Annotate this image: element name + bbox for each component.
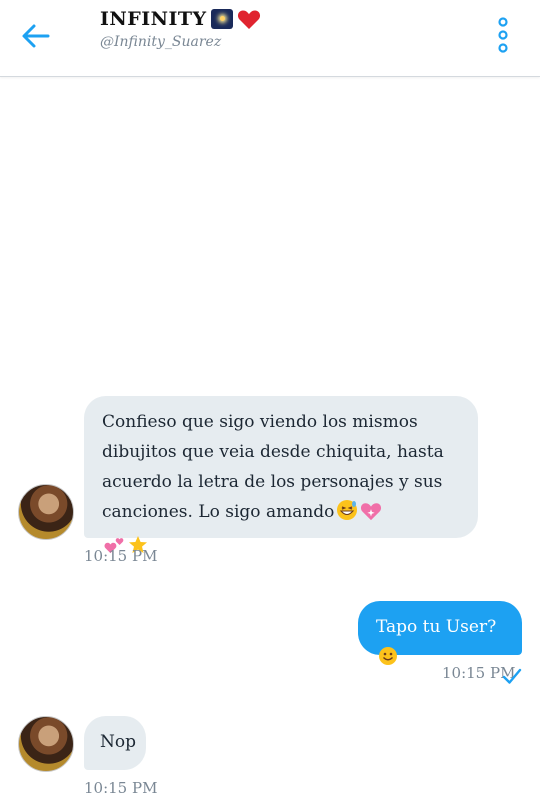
red-heart-emoji-icon bbox=[237, 10, 260, 29]
sender-avatar[interactable] bbox=[18, 716, 74, 772]
message-text: Nop bbox=[100, 732, 136, 752]
more-options-button[interactable] bbox=[496, 16, 510, 56]
more-vertical-icon bbox=[498, 17, 508, 53]
back-arrow-icon bbox=[22, 24, 50, 48]
message-timestamp: 10:15 PM bbox=[84, 547, 158, 565]
grinning-sweat-emoji-icon bbox=[336, 499, 358, 531]
conversation-title: INFINITY bbox=[100, 8, 207, 30]
conversation-title-block[interactable]: INFINITY @Infinity_Suarez bbox=[100, 8, 261, 50]
back-button[interactable] bbox=[18, 18, 54, 54]
smiling-face-emoji-icon bbox=[378, 646, 398, 676]
message-text: Tapo tu User? bbox=[376, 617, 497, 637]
message-timestamp: 10:15 PM bbox=[84, 779, 158, 797]
fireworks-emoji-icon bbox=[210, 9, 233, 29]
sender-avatar[interactable] bbox=[18, 484, 74, 540]
message-bubble-outgoing[interactable]: Tapo tu User? bbox=[358, 601, 522, 665]
sent-check-icon bbox=[502, 668, 522, 684]
message-text: Confieso que sigo viendo los mismos dibu… bbox=[102, 412, 444, 522]
sparkling-heart-emoji-icon bbox=[360, 501, 382, 531]
user-handle: @Infinity_Suarez bbox=[100, 34, 222, 50]
conversation-header: INFINITY @Infinity_Suarez bbox=[0, 0, 540, 77]
message-bubble-incoming[interactable]: Nop bbox=[84, 716, 146, 770]
message-bubble-incoming[interactable]: Confieso que sigo viendo los mismos dibu… bbox=[84, 396, 478, 554]
